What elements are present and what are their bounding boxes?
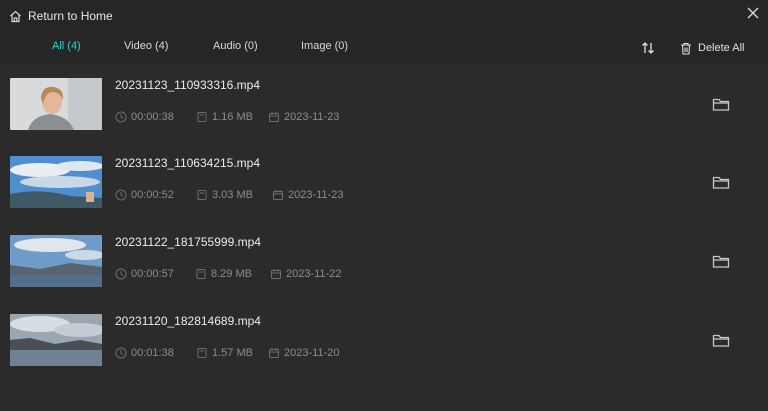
- file-date: 2023-11-23: [272, 188, 343, 202]
- file-name: 20231120_182814689.mp4: [115, 314, 261, 328]
- duration: 00:00:38: [115, 110, 174, 124]
- file-size: 1.16 MB: [196, 110, 253, 124]
- video-thumbnail[interactable]: [10, 235, 102, 287]
- duration-value: 00:01:38: [131, 347, 174, 359]
- date-value: 2023-11-20: [284, 347, 340, 359]
- storage-icon: [197, 190, 207, 200]
- clock-icon: [115, 189, 127, 201]
- duration-value: 00:00:52: [131, 189, 174, 201]
- trash-icon: [681, 42, 691, 55]
- tab-video[interactable]: Video (4): [124, 40, 168, 52]
- date-value: 2023-11-23: [284, 111, 340, 123]
- tab-audio[interactable]: Audio (0): [213, 40, 258, 52]
- portrait-thumbnail: [10, 78, 102, 130]
- title-bar: Return to Home: [0, 0, 768, 32]
- storage-icon: [196, 269, 206, 279]
- clock-icon: [115, 111, 127, 123]
- size-value: 1.16 MB: [212, 111, 253, 123]
- open-folder-button[interactable]: [712, 97, 730, 112]
- return-home-button[interactable]: Return to Home: [9, 8, 113, 24]
- folder-icon: [712, 98, 730, 111]
- sort-icon: [642, 42, 654, 54]
- delete-all-button[interactable]: Delete All: [680, 40, 744, 56]
- return-home-label: Return to Home: [28, 9, 113, 23]
- video-thumbnail[interactable]: [10, 314, 102, 366]
- calendar-icon: [269, 112, 279, 122]
- clock-icon: [115, 268, 127, 280]
- open-folder-button[interactable]: [712, 175, 730, 190]
- duration: 00:01:38: [115, 346, 174, 360]
- close-button[interactable]: [746, 6, 760, 20]
- sort-button[interactable]: [640, 40, 656, 56]
- folder-icon: [712, 255, 730, 268]
- close-icon: [747, 7, 759, 19]
- duration-value: 00:00:57: [131, 268, 174, 280]
- list-item[interactable]: 20231123_110634215.mp4 00:00:52 3.03 MB …: [0, 156, 768, 234]
- duration: 00:00:52: [115, 188, 174, 202]
- file-date: 2023-11-23: [268, 110, 339, 124]
- lake-thumbnail: [10, 235, 102, 287]
- landscape-thumbnail: [10, 156, 102, 208]
- date-value: 2023-11-23: [288, 189, 344, 201]
- list-item[interactable]: 20231120_182814689.mp4 00:01:38 1.57 MB …: [0, 314, 768, 392]
- folder-icon: [712, 176, 730, 189]
- tab-image[interactable]: Image (0): [301, 40, 348, 52]
- duration-value: 00:00:38: [131, 111, 174, 123]
- clock-icon: [115, 347, 127, 359]
- home-icon: [10, 10, 21, 22]
- size-value: 3.03 MB: [212, 189, 253, 201]
- file-name: 20231122_181755999.mp4: [115, 235, 261, 249]
- file-size: 3.03 MB: [196, 188, 253, 202]
- file-date: 2023-11-20: [268, 346, 339, 360]
- calendar-icon: [273, 190, 283, 200]
- delete-all-label: Delete All: [698, 42, 745, 54]
- open-folder-button[interactable]: [712, 333, 730, 348]
- calendar-icon: [271, 269, 281, 279]
- file-date: 2023-11-22: [270, 267, 341, 281]
- open-folder-button[interactable]: [712, 254, 730, 269]
- file-name: 20231123_110933316.mp4: [115, 78, 261, 92]
- list-item[interactable]: 20231123_110933316.mp4 00:00:38 1.16 MB …: [0, 78, 768, 156]
- size-value: 1.57 MB: [212, 347, 253, 359]
- tab-all[interactable]: All (4): [52, 40, 81, 52]
- file-size: 1.57 MB: [196, 346, 253, 360]
- cloudy-lake-thumbnail: [10, 314, 102, 366]
- calendar-icon: [269, 348, 279, 358]
- storage-icon: [197, 348, 207, 358]
- file-list: 20231123_110933316.mp4 00:00:38 1.16 MB …: [0, 64, 768, 411]
- video-thumbnail[interactable]: [10, 156, 102, 208]
- storage-icon: [197, 112, 207, 122]
- folder-icon: [712, 334, 730, 347]
- size-value: 8.29 MB: [211, 268, 252, 280]
- list-item[interactable]: 20231122_181755999.mp4 00:00:57 8.29 MB …: [0, 235, 768, 313]
- file-name: 20231123_110634215.mp4: [115, 156, 261, 170]
- video-thumbnail[interactable]: [10, 78, 102, 130]
- duration: 00:00:57: [115, 267, 174, 281]
- date-value: 2023-11-22: [286, 268, 342, 280]
- file-size: 8.29 MB: [195, 267, 252, 281]
